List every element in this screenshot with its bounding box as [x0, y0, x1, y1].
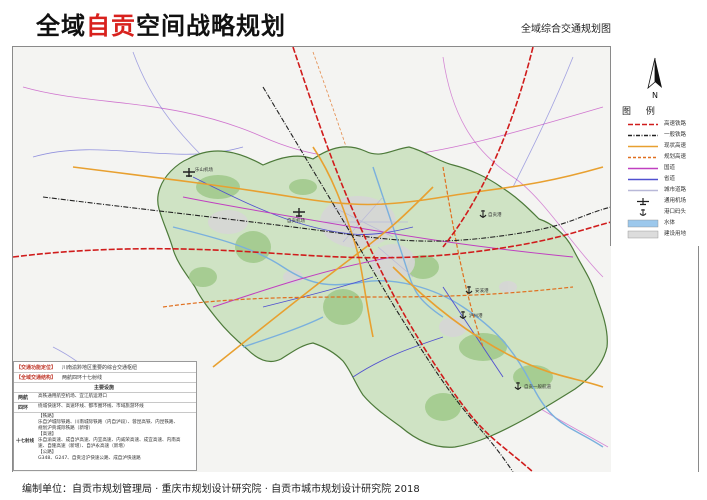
legend-item-label: 建设用地 [664, 231, 687, 237]
legend-item-label: 水体 [664, 220, 676, 226]
legend-item-label: 港口码头 [664, 209, 687, 215]
legend-item-label: 国道 [664, 165, 676, 171]
legend-item-label: 现状高速 [664, 143, 687, 149]
legend-item: 规划高速 [626, 153, 706, 162]
airport-label-2: 自贡机场 [287, 217, 305, 224]
legend-item: 一般铁路 [626, 131, 706, 140]
legend-item-label: 通用机场 [664, 198, 687, 204]
info-key-function: 【交通功能定位】 [16, 365, 57, 371]
legend-item-label: 高速铁路 [664, 121, 687, 127]
water-fill [627, 219, 659, 228]
airport-icon [637, 198, 649, 206]
title-part-1: 全域 [36, 12, 86, 40]
legend-item: 国道 [626, 164, 706, 173]
legend-item: 高速铁路 [626, 120, 706, 129]
port-label-2: 安溪港 [475, 287, 489, 294]
info-table-label: 四环 [18, 405, 29, 411]
planned-expressway-line [628, 156, 658, 159]
legend-item-label: 城市道路 [664, 187, 687, 193]
legend-item-label: 省道 [664, 176, 676, 182]
info-table-text-line: G348、G247、自贡沿沪快速公路、成自泸快速路 [38, 456, 141, 461]
page-title: 全域自贡空间战略规划 [36, 6, 286, 41]
title-part-2: 空间战略规划 [136, 12, 286, 40]
info-table-row-lines: 十七射线 【铁路】 乐自泸城际铁路、川南城际铁路（内自泸段）、蓉昆高铁、内昆铁路… [14, 412, 196, 470]
north-arrow-icon: N [647, 57, 662, 100]
info-table-label: 两航 [18, 395, 29, 401]
legend-item: 城市道路 [626, 186, 706, 195]
legend-item-label: 一般铁路 [664, 132, 687, 138]
port-label-4: 自贡一般航道 [524, 383, 551, 390]
legend-item: 通用机场 [626, 197, 706, 206]
map-subtitle: 全域综合交通规划图 [521, 24, 611, 35]
info-key-structure: 【全域交通结构】 [16, 375, 57, 381]
title-accent: 自贡 [86, 12, 136, 40]
legend-title: 图 例 [622, 107, 661, 117]
high-speed-rail-line [628, 123, 658, 126]
info-table-text: 绕城快速环、高速环线、都市圈环线、市域旅游环线 [38, 404, 144, 409]
header: 全域自贡空间战略规划 全域综合交通规划图 [0, 0, 707, 44]
legend-item: 建设用地 [626, 230, 706, 239]
urban-road-line [628, 189, 658, 192]
built-land-fill [627, 230, 659, 239]
railway-line [628, 134, 658, 137]
footer: 编制单位：自贡市规划管理局 · 重庆市规划设计研究院 · 自贡市城市规划设计研究… [0, 472, 707, 500]
info-table-header: 主要设施 [94, 385, 115, 391]
info-val-structure: 两航四环十七射线 [62, 375, 103, 381]
legend-item: 水体 [626, 219, 706, 228]
info-val-function: 川南渝黔地区重要的综合交通枢纽 [62, 365, 138, 371]
legend-item: 省道 [626, 175, 706, 184]
legend-item: 现状高速 [626, 142, 706, 151]
provincial-road-line [628, 178, 658, 181]
existing-expressway-line [628, 145, 658, 148]
footer-credits: 编制单位：自贡市规划管理局 · 重庆市规划设计研究院 · 自贡市城市规划设计研究… [22, 484, 420, 495]
info-table-label: 十七射线 [16, 439, 34, 444]
svg-text:N: N [652, 91, 658, 100]
anchor-icon [639, 209, 647, 216]
legend-items: 高速铁路一般铁路现状高速规划高速国道省道城市道路通用机场港口码头水体建设用地 [618, 120, 698, 250]
airport-label-1: 乐山机场 [195, 166, 213, 173]
info-panel: 【交通功能定位】 川南渝黔地区重要的综合交通枢纽 【全域交通结构】 两航四环十七… [13, 361, 197, 471]
legend-item-label: 规划高速 [664, 154, 687, 160]
info-table-text: 高铁通用航空机场、宜江航运港口 [38, 394, 107, 399]
port-label-1: 自贡港 [488, 211, 502, 218]
legend-item: 港口码头 [626, 208, 706, 217]
port-label-3: 泸州港 [469, 312, 483, 319]
national-road-line [628, 167, 658, 170]
